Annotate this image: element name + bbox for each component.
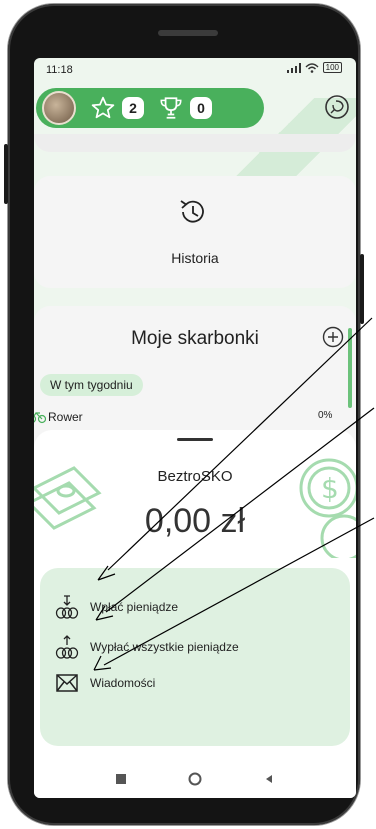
circle-icon xyxy=(188,772,202,786)
bike-icon xyxy=(34,412,46,424)
sheet-drag-handle[interactable] xyxy=(177,438,213,441)
piggy-bank-progress: 0% xyxy=(318,410,333,421)
app-screen: 11:18 100 2 0 Historia Moje skarbonki W … xyxy=(34,58,356,798)
deposit-money-button[interactable]: Wpłać pieniądze xyxy=(54,594,178,620)
triangle-left-icon xyxy=(266,775,272,783)
system-nav-bar xyxy=(34,760,356,798)
withdraw-all-money-label: Wypłać wszystkie pieniądze xyxy=(90,640,239,654)
settings-icon[interactable] xyxy=(322,92,352,122)
add-piggy-bank-icon[interactable] xyxy=(322,326,344,348)
speaker-grille xyxy=(158,30,218,36)
account-balance: 0,00 zł xyxy=(144,502,246,540)
top-card-edge xyxy=(34,134,356,152)
volume-button xyxy=(4,144,8,204)
week-filter-chip[interactable]: W tym tygodniu xyxy=(40,374,143,396)
square-icon xyxy=(116,774,126,784)
battery-icon: 100 xyxy=(322,62,342,73)
history-label: Historia xyxy=(171,250,219,266)
status-icons: 100 xyxy=(286,62,342,73)
top-bar: 2 0 xyxy=(34,84,356,134)
trophies-count: 0 xyxy=(190,97,212,119)
profile-pill[interactable]: 2 0 xyxy=(36,88,264,128)
piggy-banks-title: Moje skarbonki xyxy=(131,328,259,349)
messages-button[interactable]: Wiadomości xyxy=(54,670,155,696)
trophy-icon xyxy=(160,97,182,119)
withdraw-all-money-button[interactable]: Wypłać wszystkie pieniądze xyxy=(54,634,239,660)
back-button[interactable] xyxy=(262,772,276,786)
history-card[interactable]: Historia xyxy=(34,176,356,288)
piggy-bank-name[interactable]: Rower xyxy=(48,410,83,424)
actions-panel: Wpłać pieniądze Wypłać wszystkie pieniąd… xyxy=(40,568,350,746)
account-bottom-sheet: $ BeztroSKO 0,00 zł Wpłać pieniądze Wypł… xyxy=(34,430,356,760)
history-icon xyxy=(180,200,204,223)
coins-in-icon xyxy=(55,595,79,619)
scrollbar[interactable] xyxy=(348,328,352,408)
wifi-icon xyxy=(305,62,319,73)
power-button xyxy=(360,254,364,324)
status-time: 11:18 xyxy=(46,64,73,76)
coins-out-icon xyxy=(55,635,79,659)
star-icon xyxy=(91,96,115,119)
signal-icon xyxy=(286,62,301,73)
home-button[interactable] xyxy=(188,772,202,786)
account-name: BeztroSKO xyxy=(157,468,233,485)
stars-count: 2 xyxy=(122,97,144,119)
status-bar: 11:18 100 xyxy=(34,58,356,80)
messages-label: Wiadomości xyxy=(90,676,156,690)
avatar[interactable] xyxy=(42,91,76,125)
envelope-icon xyxy=(56,674,78,692)
recent-apps-button[interactable] xyxy=(114,772,128,786)
phone-frame: 11:18 100 2 0 Historia Moje skarbonki W … xyxy=(4,4,364,825)
deposit-money-label: Wpłać pieniądze xyxy=(90,600,179,614)
